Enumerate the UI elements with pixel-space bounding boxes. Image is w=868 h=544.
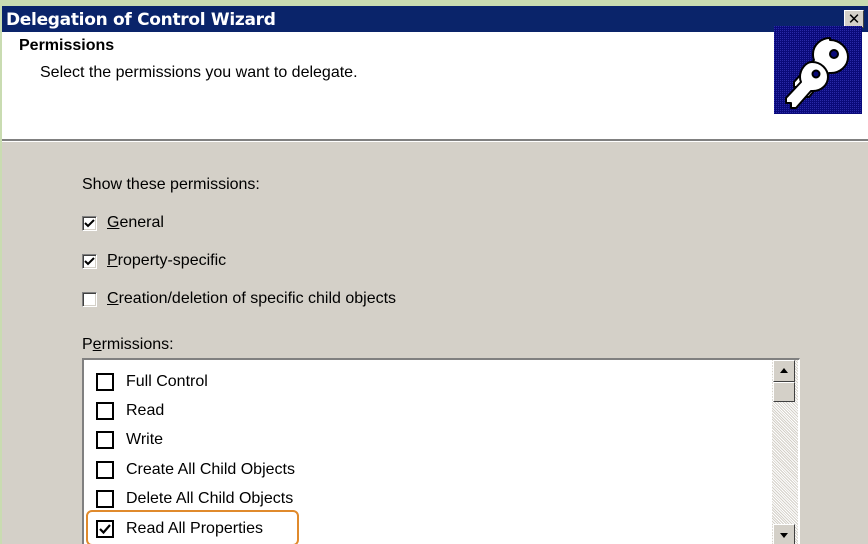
property-specific-label: Property-specific	[107, 252, 227, 269]
scroll-thumb[interactable]	[773, 382, 795, 402]
creation-deletion-checkbox[interactable]: Creation/deletion of specific child obje…	[82, 289, 396, 309]
permissions-listbox[interactable]: Full Control Read Write Create All Child…	[82, 358, 800, 544]
checkmark-icon	[99, 524, 111, 535]
delete-all-child-objects-checkbox[interactable]	[96, 490, 114, 508]
arrow-down-icon	[780, 533, 788, 538]
checkmark-icon	[84, 256, 95, 265]
scroll-down-button[interactable]	[773, 524, 795, 544]
list-item-create-all-child-objects[interactable]: Create All Child Objects	[96, 456, 336, 484]
read-all-properties-checkbox[interactable]	[96, 520, 114, 538]
show-permissions-label: Show these permissions:	[82, 176, 260, 193]
read-checkbox[interactable]	[96, 402, 114, 420]
list-item-label: Write	[126, 431, 164, 448]
checkmark-icon	[84, 218, 95, 227]
wizard-header	[2, 32, 868, 139]
list-item-full-control[interactable]: Full Control	[96, 368, 336, 396]
general-label: General	[107, 214, 164, 231]
scroll-up-button[interactable]	[773, 360, 795, 382]
page-subtitle: Select the permissions you want to deleg…	[40, 64, 358, 81]
header-divider	[2, 139, 868, 142]
vertical-scrollbar[interactable]	[772, 360, 798, 544]
full-control-checkbox[interactable]	[96, 373, 114, 391]
create-all-child-objects-checkbox[interactable]	[96, 461, 114, 479]
write-checkbox[interactable]	[96, 431, 114, 449]
list-item-label: Create All Child Objects	[126, 461, 295, 478]
wizard-window: Delegation of Control Wizard ✕ Permissio…	[2, 6, 868, 544]
creation-deletion-label: Creation/deletion of specific child obje…	[107, 290, 397, 307]
property-specific-checkbox-box[interactable]	[82, 253, 97, 269]
general-checkbox-box[interactable]	[82, 215, 97, 231]
permissions-label: Permissions:	[82, 336, 174, 353]
title-bar[interactable]: Delegation of Control Wizard ✕	[2, 6, 868, 32]
page-title: Permissions	[19, 37, 115, 54]
keys-icon	[774, 26, 862, 114]
creation-deletion-checkbox-box[interactable]	[82, 291, 97, 307]
list-item-read-all-properties[interactable]: Read All Properties	[96, 515, 336, 543]
list-item-write[interactable]: Write	[96, 426, 336, 454]
list-item-label: Read All Properties	[126, 520, 263, 537]
list-item-label: Read	[126, 402, 165, 419]
general-checkbox[interactable]: General	[82, 213, 164, 233]
list-item-label: Full Control	[126, 373, 208, 390]
arrow-up-icon	[780, 368, 788, 373]
list-item-read[interactable]: Read	[96, 397, 336, 425]
window-title: Delegation of Control Wizard	[6, 10, 276, 30]
list-item-delete-all-child-objects[interactable]: Delete All Child Objects	[96, 485, 336, 513]
list-item-label: Delete All Child Objects	[126, 490, 294, 507]
property-specific-checkbox[interactable]: Property-specific	[82, 251, 226, 271]
